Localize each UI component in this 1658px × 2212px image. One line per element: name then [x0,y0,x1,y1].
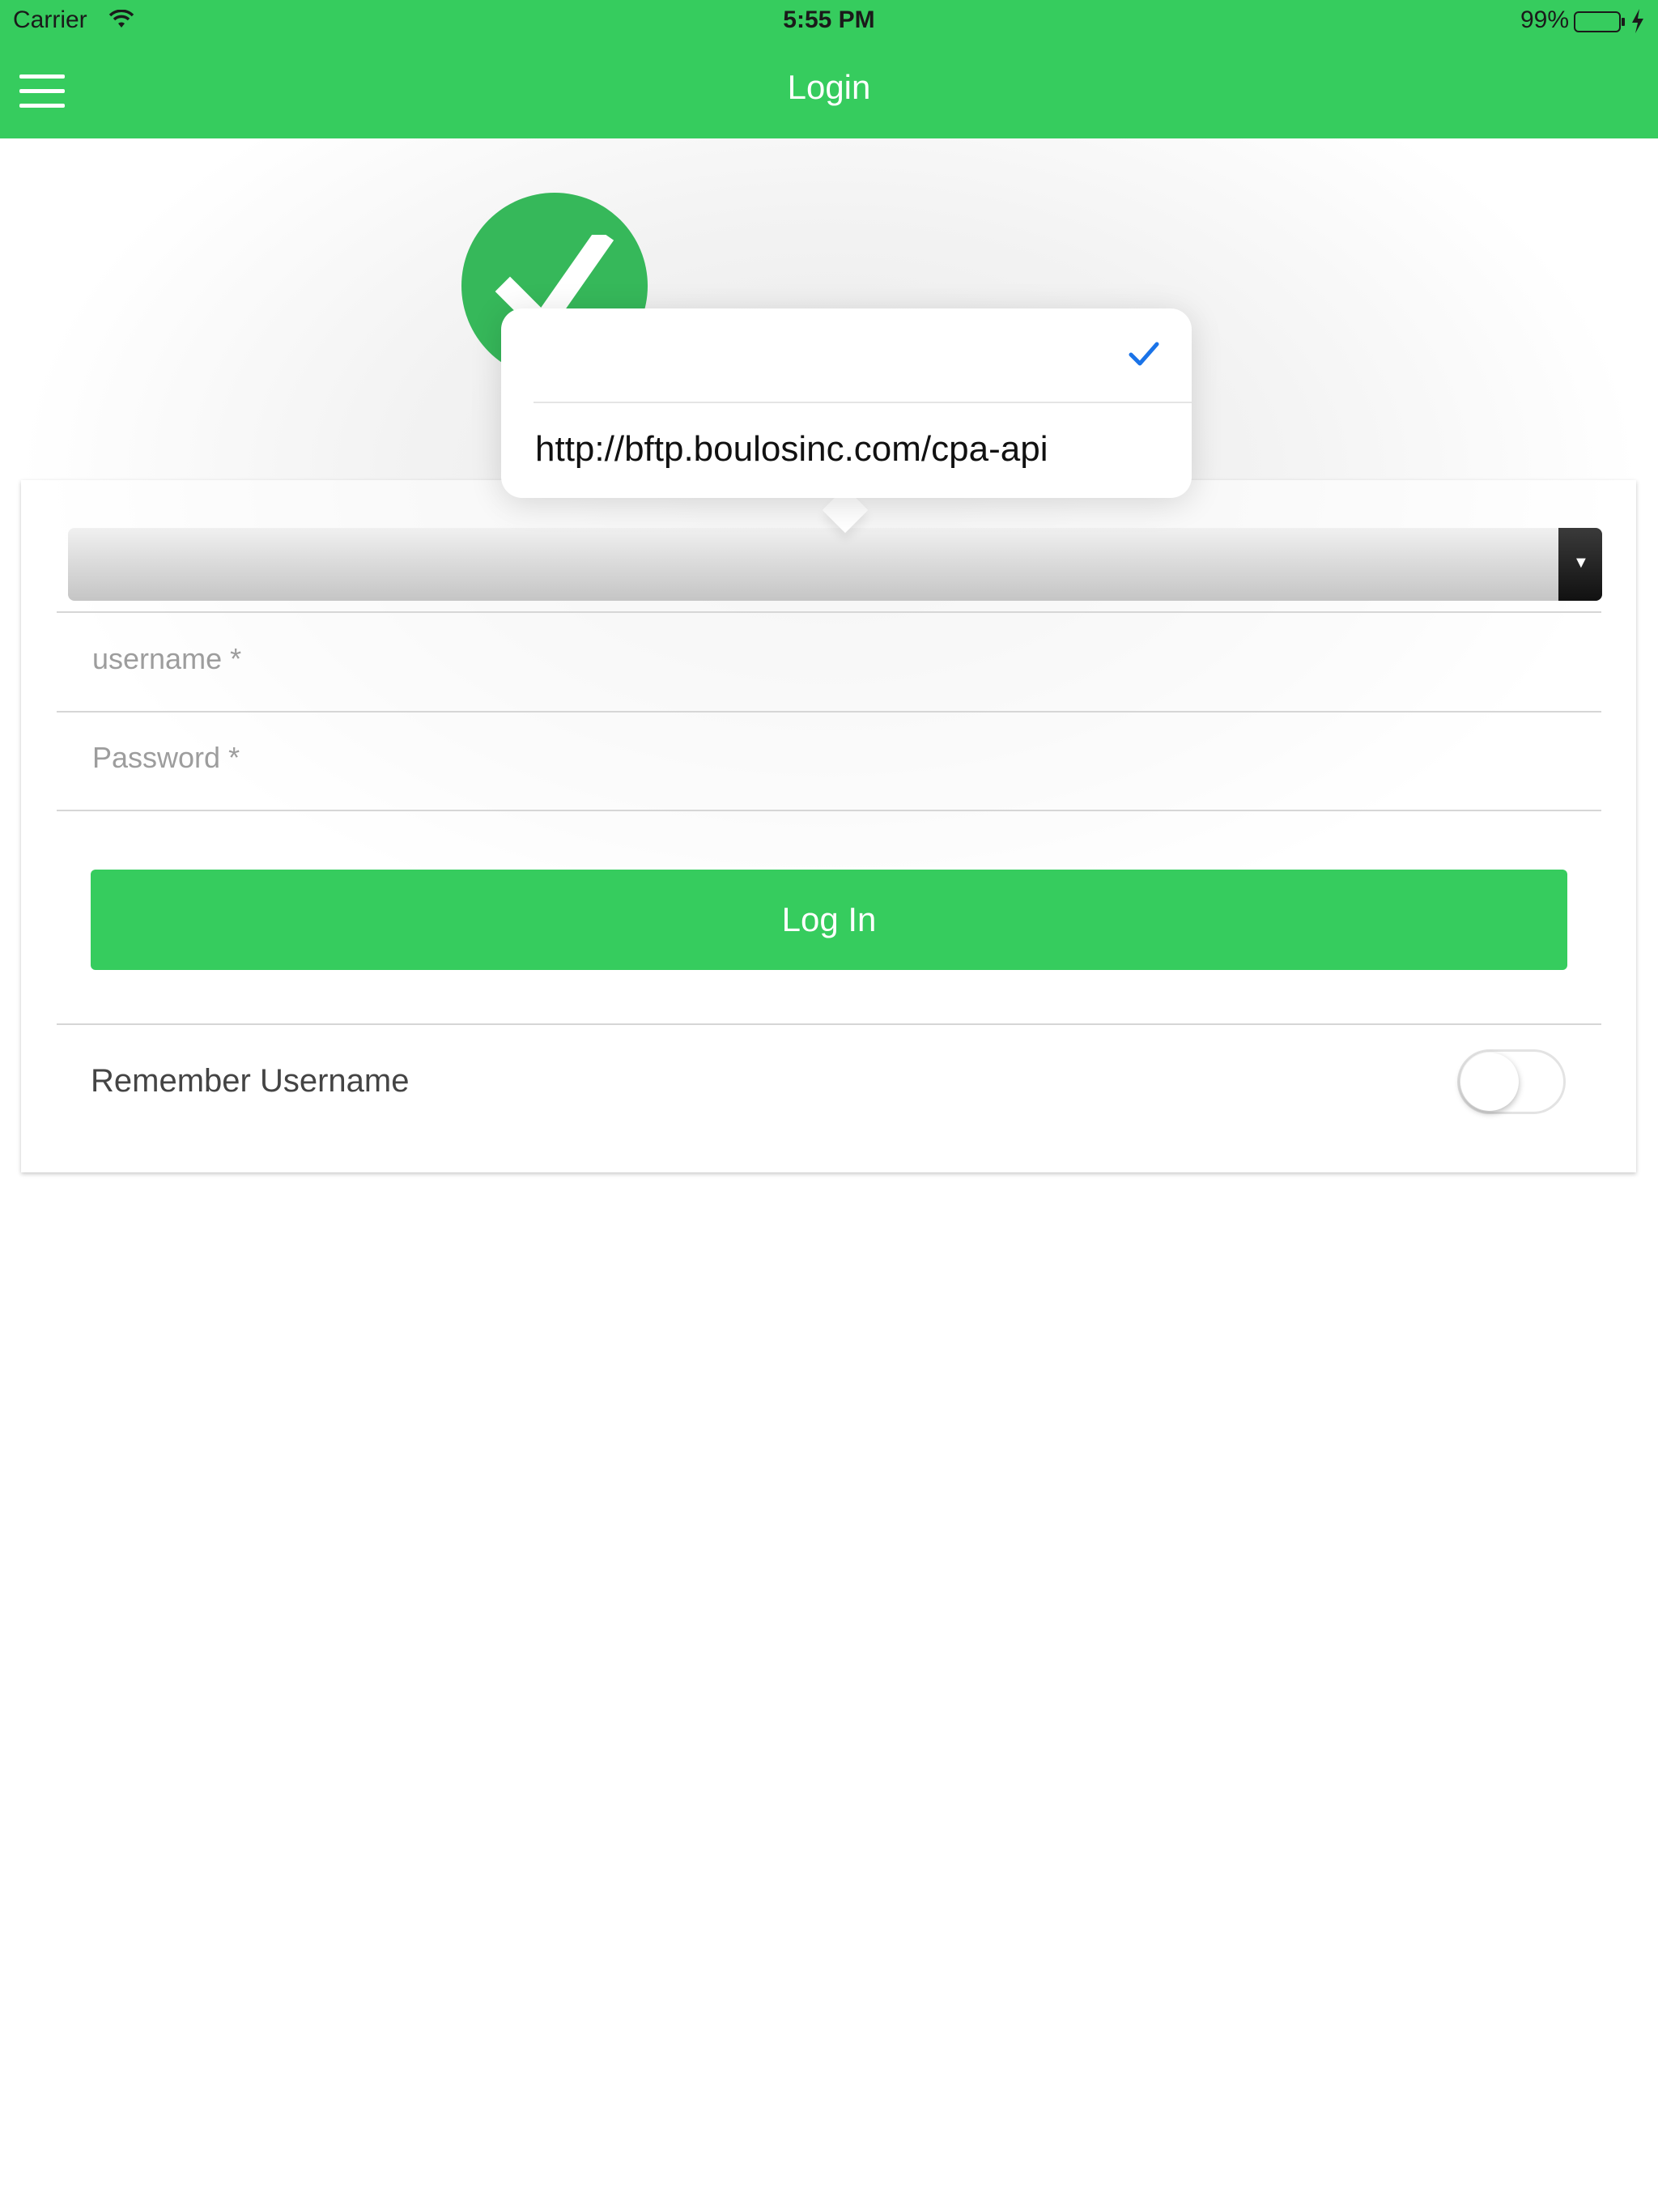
popover-option-empty[interactable] [501,308,1192,402]
status-time: 5:55 PM [783,6,875,33]
select-dropdown-button[interactable]: ▼ [1558,528,1602,601]
login-button[interactable]: Log In [91,870,1567,970]
username-input[interactable] [91,635,1601,683]
password-input[interactable] [91,734,1601,782]
dropdown-arrow-icon: ▼ [1573,554,1589,572]
divider [57,810,1601,811]
popover-option-server[interactable]: http://bftp.boulosinc.com/cpa-api [501,403,1192,496]
status-battery-percent: 99% [1520,6,1569,33]
popover-option-label: http://bftp.boulosinc.com/cpa-api [535,429,1048,469]
remember-username-label: Remember Username [91,1063,410,1099]
server-select[interactable]: ▼ [68,528,1602,601]
battery-icon [1574,11,1625,32]
page-title: Login [787,68,871,106]
toggle-knob [1460,1053,1519,1111]
charging-bolt-icon [1632,9,1643,33]
divider [57,1023,1601,1025]
server-options-popover: http://bftp.boulosinc.com/cpa-api [501,308,1192,498]
remember-username-toggle[interactable] [1457,1049,1566,1114]
checkmark-icon [1129,342,1159,366]
top-bar: Carrier 5:55 PM 99% Login [0,0,1658,138]
divider [57,711,1601,713]
divider [57,611,1601,613]
